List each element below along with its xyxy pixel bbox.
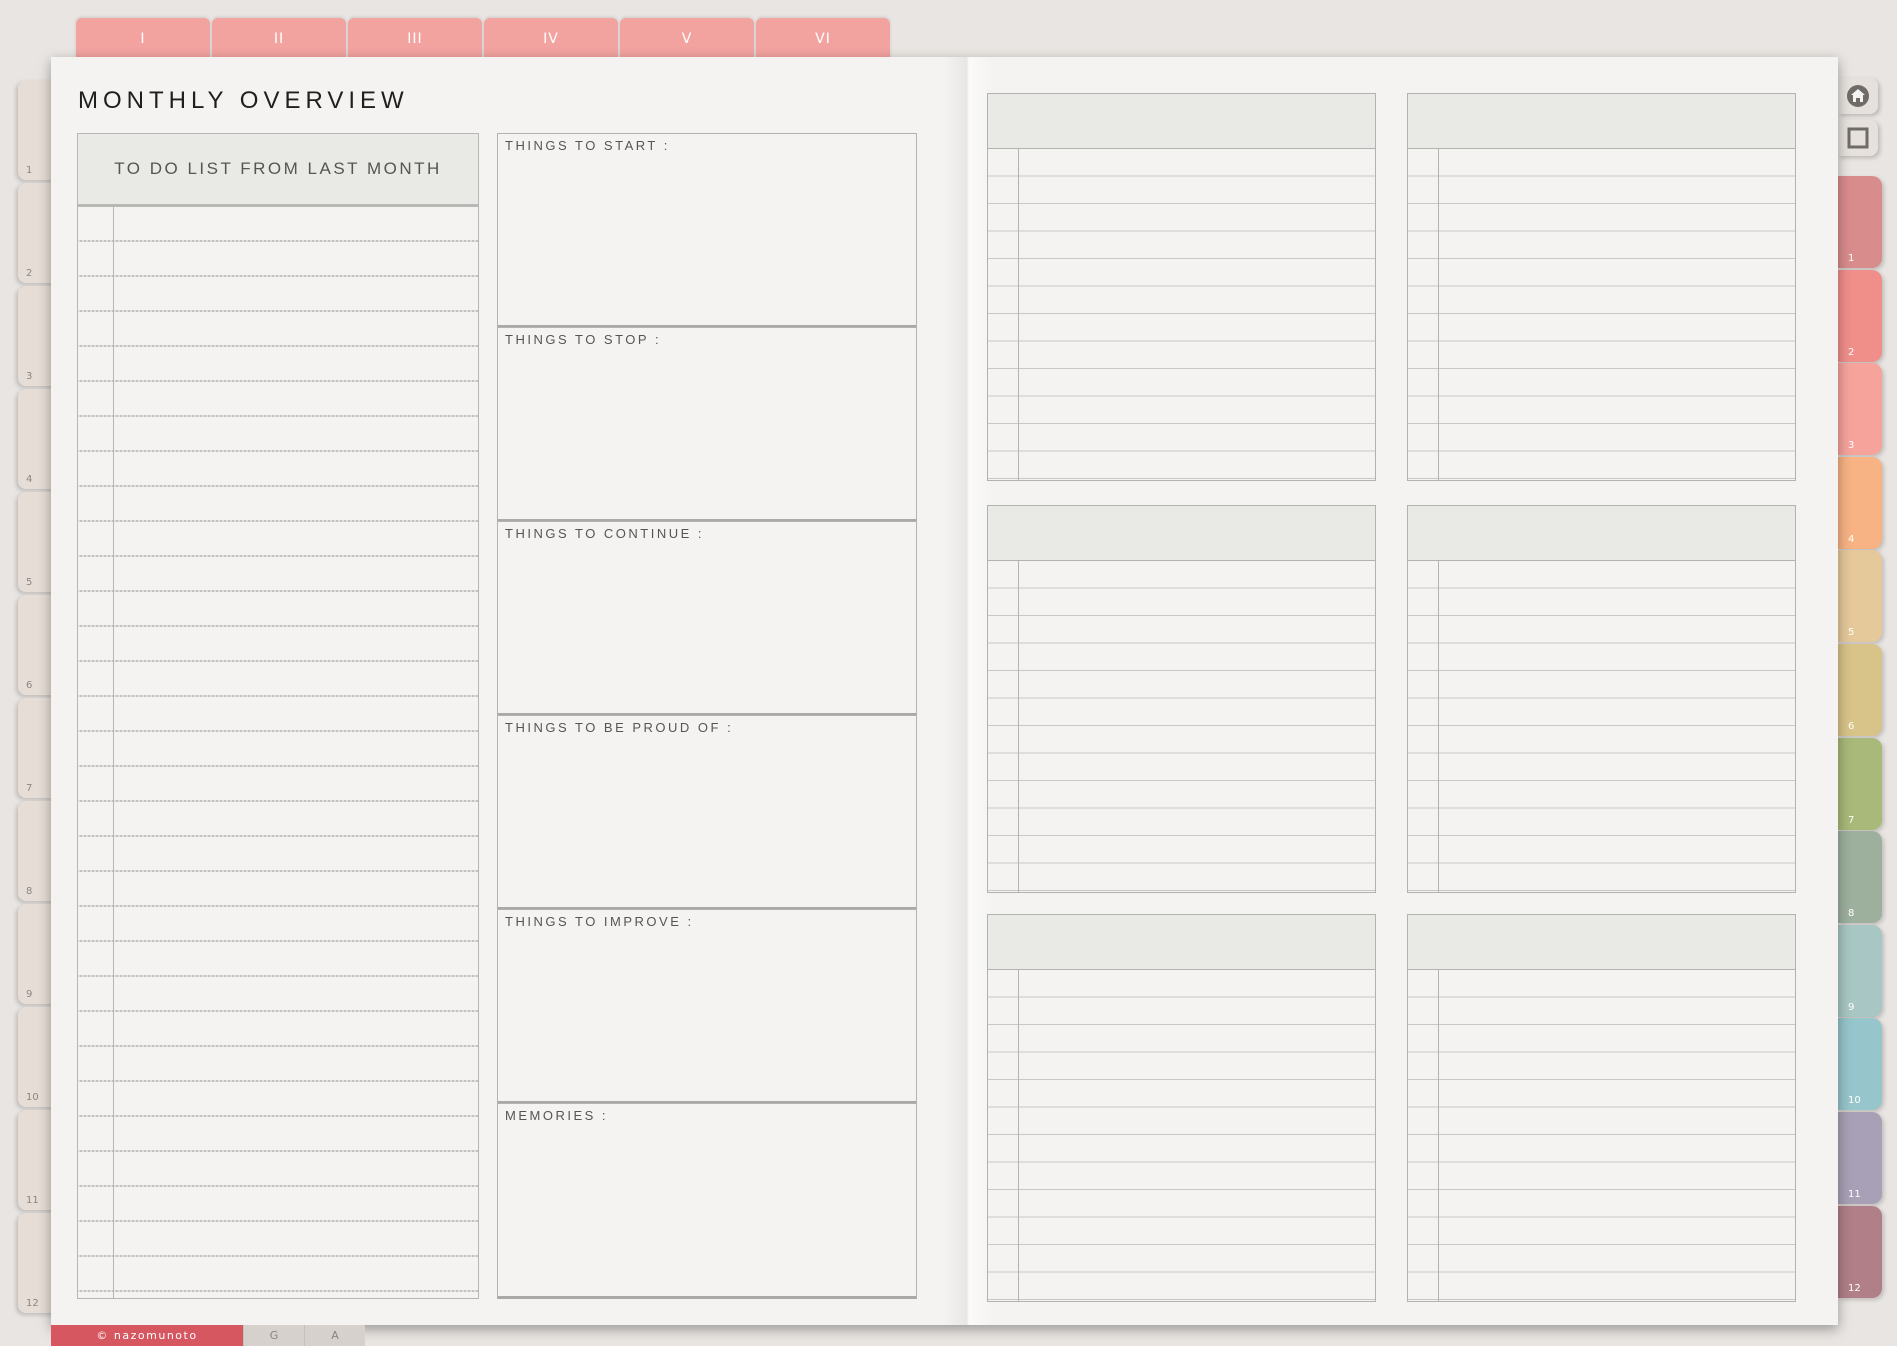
right-tab-10[interactable]: 10: [1838, 1018, 1882, 1110]
reflect-box-improve[interactable]: THINGS TO IMPROVE :: [497, 909, 917, 1104]
reflect-box-continue[interactable]: THINGS TO CONTINUE :: [497, 521, 917, 716]
list-box-header[interactable]: [1408, 506, 1795, 561]
right-tab-label: 9: [1848, 1002, 1855, 1013]
left-tab-label: 7: [26, 783, 33, 794]
planner-page: MONTHLY OVERVIEW TO DO LIST FROM LAST MO…: [51, 57, 1838, 1325]
right-tab-12[interactable]: 12: [1838, 1206, 1882, 1298]
right-tab-label: 10: [1848, 1095, 1861, 1106]
reflect-box-start[interactable]: THINGS TO START :: [497, 133, 917, 328]
list-box-check-column: [1438, 149, 1439, 480]
left-tab-label: 2: [26, 268, 33, 279]
list-box-1[interactable]: [987, 93, 1376, 481]
right-tab-label: 6: [1848, 721, 1855, 732]
left-tab-label: 11: [26, 1195, 39, 1206]
top-tab-5[interactable]: V: [620, 18, 754, 62]
top-tab-2[interactable]: II: [212, 18, 346, 62]
top-tab-1[interactable]: I: [76, 18, 210, 62]
list-box-check-column: [1438, 561, 1439, 892]
list-box-check-column: [1438, 970, 1439, 1301]
footer-tab-a[interactable]: A: [304, 1325, 365, 1346]
todo-list: TO DO LIST FROM LAST MONTH: [77, 133, 479, 1299]
right-tab-label: 1: [1848, 253, 1855, 264]
list-box-3[interactable]: [987, 505, 1376, 893]
home-icon: [1847, 85, 1869, 107]
right-tab-label: 11: [1848, 1189, 1861, 1200]
list-box-6[interactable]: [1407, 914, 1796, 1302]
right-tab-label: 2: [1848, 347, 1855, 358]
list-box-header[interactable]: [1408, 915, 1795, 970]
top-tab-4[interactable]: IV: [484, 18, 618, 62]
right-tab-6[interactable]: 6: [1838, 644, 1882, 736]
list-box-check-column: [1018, 561, 1019, 892]
footer: © nazomunoto G A: [51, 1325, 365, 1346]
left-tab-label: 3: [26, 371, 33, 382]
top-tab-6[interactable]: VI: [756, 18, 890, 62]
left-tab-label: 10: [26, 1092, 39, 1103]
right-tab-5[interactable]: 5: [1838, 550, 1882, 642]
right-tab-label: 7: [1848, 815, 1855, 826]
left-tab-label: 9: [26, 989, 33, 1000]
list-box-check-column: [1018, 970, 1019, 1301]
footer-tab-g[interactable]: G: [243, 1325, 304, 1346]
list-box-lines: [1408, 970, 1795, 1301]
list-box-lines: [1408, 561, 1795, 892]
left-tab-label: 6: [26, 680, 33, 691]
right-tab-1[interactable]: 1: [1838, 176, 1882, 268]
page-title: MONTHLY OVERVIEW: [78, 87, 409, 114]
right-tab-11[interactable]: 11: [1838, 1112, 1882, 1204]
list-box-header[interactable]: [988, 915, 1375, 970]
todo-checkbox-column: [113, 207, 114, 1298]
todo-heading: TO DO LIST FROM LAST MONTH: [78, 134, 478, 207]
right-tab-label: 12: [1848, 1283, 1861, 1294]
reflect-label-memories: MEMORIES :: [505, 1108, 609, 1123]
home-button[interactable]: [1838, 78, 1878, 114]
left-tab-label: 12: [26, 1298, 39, 1309]
reflect-box-proud[interactable]: THINGS TO BE PROUD OF :: [497, 715, 917, 910]
reflect-box-memories[interactable]: MEMORIES :: [497, 1103, 917, 1299]
list-box-lines: [988, 970, 1375, 1301]
left-tab-label: 8: [26, 886, 33, 897]
list-box-check-column: [1018, 149, 1019, 480]
right-tab-7[interactable]: 7: [1838, 738, 1882, 830]
list-box-lines: [988, 149, 1375, 480]
right-tab-label: 8: [1848, 908, 1855, 919]
list-box-2[interactable]: [1407, 93, 1796, 481]
reflect-label-start: THINGS TO START :: [505, 138, 670, 153]
reflect-box-stop[interactable]: THINGS TO STOP :: [497, 327, 917, 522]
right-tab-label: 3: [1848, 440, 1855, 451]
list-box-lines: [988, 561, 1375, 892]
overview-button[interactable]: [1838, 120, 1878, 156]
list-box-header[interactable]: [1408, 94, 1795, 149]
list-box-header[interactable]: [988, 94, 1375, 149]
right-tab-3[interactable]: 3: [1838, 363, 1882, 455]
list-box-5[interactable]: [987, 914, 1376, 1302]
reflect-label-stop: THINGS TO STOP :: [505, 332, 662, 347]
left-tab-label: 4: [26, 474, 33, 485]
right-tab-4[interactable]: 4: [1838, 457, 1882, 549]
list-box-4[interactable]: [1407, 505, 1796, 893]
todo-lines[interactable]: [78, 207, 478, 1298]
right-tab-9[interactable]: 9: [1838, 925, 1882, 1017]
list-box-header[interactable]: [988, 506, 1375, 561]
reflect-label-proud: THINGS TO BE PROUD OF :: [505, 720, 734, 735]
reflect-label-continue: THINGS TO CONTINUE :: [505, 526, 705, 541]
copyright-link[interactable]: © nazomunoto: [51, 1325, 243, 1346]
list-box-lines: [1408, 149, 1795, 480]
left-tab-label: 5: [26, 577, 33, 588]
top-tab-3[interactable]: III: [348, 18, 482, 62]
reflect-label-improve: THINGS TO IMPROVE :: [505, 914, 694, 929]
right-tab-8[interactable]: 8: [1838, 831, 1882, 923]
right-tab-label: 4: [1848, 534, 1855, 545]
square-icon: [1847, 127, 1869, 149]
left-tab-label: 1: [26, 165, 33, 176]
right-tab-2[interactable]: 2: [1838, 270, 1882, 362]
top-tabs: I II III IV V VI: [76, 18, 890, 62]
right-tab-label: 5: [1848, 627, 1855, 638]
